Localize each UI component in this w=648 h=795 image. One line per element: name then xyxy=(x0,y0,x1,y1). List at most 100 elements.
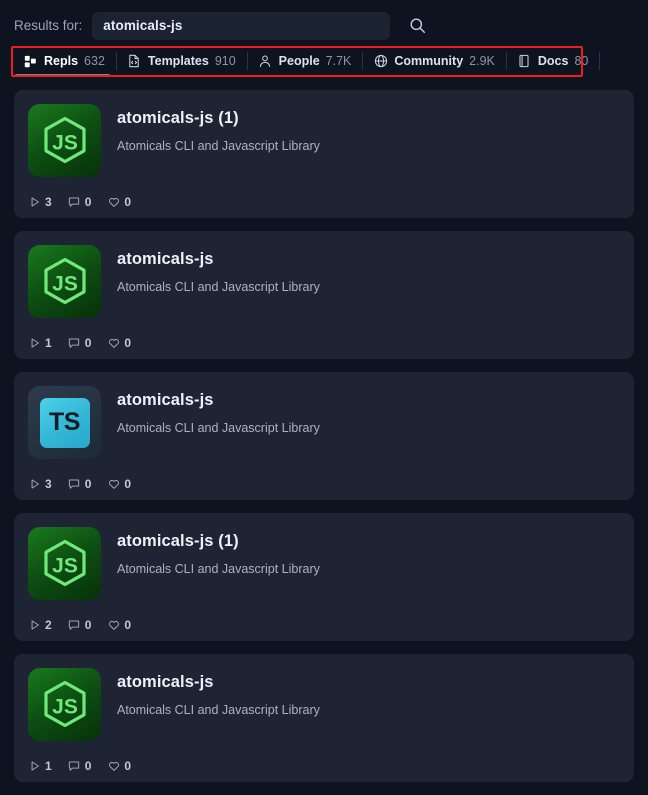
run-count: 1 xyxy=(28,759,52,773)
result-card[interactable]: JS atomicals-js (1) Atomicals CLI and Java… xyxy=(14,513,634,641)
like-count-value: 0 xyxy=(124,618,132,632)
comment-icon xyxy=(68,619,81,632)
tab-count: 910 xyxy=(214,54,236,68)
comment-count-value: 0 xyxy=(84,477,92,491)
active-tab-underline xyxy=(15,74,110,77)
result-stats: 1 0 0 xyxy=(28,759,131,773)
result-title[interactable]: atomicals-js (1) xyxy=(117,108,320,129)
result-title[interactable]: atomicals-js xyxy=(117,249,320,270)
comment-count: 0 xyxy=(68,477,92,491)
nodejs-javascript-icon: JS xyxy=(28,527,101,600)
file-code-icon xyxy=(127,54,142,69)
run-count: 3 xyxy=(28,477,52,491)
nodejs-javascript-icon: JS xyxy=(28,104,101,177)
result-description: Atomicals CLI and Javascript Library xyxy=(117,139,320,154)
language-badge-label: TS xyxy=(39,397,90,448)
like-count: 0 xyxy=(107,759,131,773)
result-card[interactable]: TS atomicals-js Atomicals CLI and Javascri… xyxy=(14,372,634,500)
result-description: Atomicals CLI and Javascript Library xyxy=(117,421,320,436)
tab-docs[interactable]: Docs 80 xyxy=(507,46,599,76)
search-input-value: atomicals-js xyxy=(103,18,183,33)
result-title[interactable]: atomicals-js (1) xyxy=(117,531,320,552)
run-count-value: 3 xyxy=(45,477,52,491)
play-icon xyxy=(28,619,41,632)
result-stats: 3 0 0 xyxy=(28,477,131,491)
person-icon xyxy=(258,54,273,69)
tab-community[interactable]: Community 2.9K xyxy=(363,46,505,76)
search-icon[interactable] xyxy=(404,13,430,39)
result-title[interactable]: atomicals-js xyxy=(117,672,320,693)
nodejs-hexagon-glyph: JS xyxy=(43,539,86,586)
result-card[interactable]: JS atomicals-js (1) Atomicals CLI and Java… xyxy=(14,90,634,218)
heart-icon xyxy=(107,619,120,632)
results-for-label: Results for: xyxy=(14,18,83,33)
run-count-value: 2 xyxy=(45,618,52,632)
tab-templates[interactable]: Templates 910 xyxy=(117,46,247,76)
result-title[interactable]: atomicals-js xyxy=(117,390,320,411)
run-count-value: 1 xyxy=(45,336,52,350)
result-card[interactable]: JS atomicals-js Atomicals CLI and Javascri… xyxy=(14,654,634,782)
tab-label: Repls xyxy=(44,54,79,68)
nodejs-javascript-icon: JS xyxy=(28,668,101,741)
tab-repls[interactable]: Repls 632 xyxy=(15,46,116,76)
nodejs-javascript-icon: JS xyxy=(28,245,101,318)
result-description: Atomicals CLI and Javascript Library xyxy=(117,703,320,718)
like-count: 0 xyxy=(107,477,131,491)
heart-icon xyxy=(107,196,120,209)
play-icon xyxy=(28,337,41,350)
comment-count: 0 xyxy=(68,618,92,632)
search-input[interactable]: atomicals-js xyxy=(92,11,391,40)
comment-count-value: 0 xyxy=(84,759,92,773)
tab-count: 2.9K xyxy=(469,54,495,68)
svg-text:JS: JS xyxy=(52,695,78,718)
comment-count-value: 0 xyxy=(84,618,92,632)
nodejs-hexagon-glyph: JS xyxy=(43,116,86,163)
run-count: 1 xyxy=(28,336,52,350)
comment-count-value: 0 xyxy=(84,336,92,350)
like-count-value: 0 xyxy=(124,759,132,773)
tab-count: 80 xyxy=(574,54,589,68)
run-count-value: 1 xyxy=(45,759,52,773)
run-count: 3 xyxy=(28,195,52,209)
heart-icon xyxy=(107,337,120,350)
like-count: 0 xyxy=(107,618,131,632)
comment-icon xyxy=(68,760,81,773)
result-card[interactable]: JS atomicals-js Atomicals CLI and Javascri… xyxy=(14,231,634,359)
book-icon xyxy=(517,54,532,69)
svg-text:JS: JS xyxy=(52,131,78,154)
comment-icon xyxy=(68,478,81,491)
search-bar: Results for: atomicals-js xyxy=(0,0,648,42)
like-count-value: 0 xyxy=(124,477,132,491)
comment-count: 0 xyxy=(68,195,92,209)
result-stats: 3 0 0 xyxy=(28,195,131,209)
globe-icon xyxy=(373,54,388,69)
result-stats: 1 0 0 xyxy=(28,336,131,350)
tab-people[interactable]: People 7.7K xyxy=(248,46,363,76)
like-count: 0 xyxy=(107,336,131,350)
result-stats: 2 0 0 xyxy=(28,618,131,632)
nodejs-hexagon-glyph: JS xyxy=(43,680,86,727)
result-description: Atomicals CLI and Javascript Library xyxy=(117,562,320,577)
like-count-value: 0 xyxy=(124,195,132,209)
comment-count: 0 xyxy=(68,759,92,773)
tab-label: Templates xyxy=(147,54,209,68)
nodejs-hexagon-glyph: JS xyxy=(43,257,86,304)
comment-count-value: 0 xyxy=(84,195,92,209)
tab-count: 7.7K xyxy=(325,54,352,68)
play-icon xyxy=(28,196,41,209)
tab-label: Community xyxy=(394,54,464,68)
svg-text:JS: JS xyxy=(52,554,78,577)
comment-icon xyxy=(68,196,81,209)
tab-label: Docs xyxy=(537,54,569,68)
heart-icon xyxy=(107,760,120,773)
comment-icon xyxy=(68,337,81,350)
search-results-page: Results for: atomicals-js Repls 632 Templa… xyxy=(0,0,648,795)
result-description: Atomicals CLI and Javascript Library xyxy=(117,280,320,295)
comment-count: 0 xyxy=(68,336,92,350)
tab-label: People xyxy=(278,54,320,68)
like-count-value: 0 xyxy=(124,336,132,350)
run-count-value: 3 xyxy=(45,195,52,209)
play-icon xyxy=(28,760,41,773)
heart-icon xyxy=(107,478,120,491)
like-count: 0 xyxy=(107,195,131,209)
